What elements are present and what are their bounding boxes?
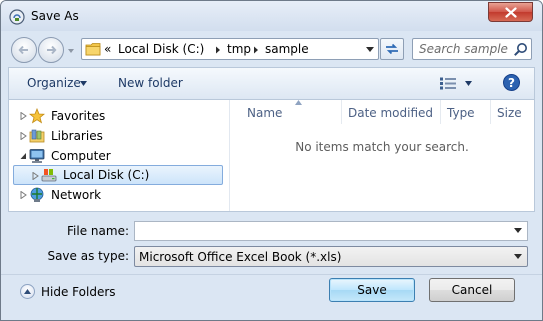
tree-item-computer[interactable]: Computer	[14, 146, 224, 166]
tree-label: Local Disk (C:)	[63, 168, 150, 182]
column-header-type[interactable]: Type	[447, 106, 475, 120]
back-arrow-icon	[18, 45, 28, 55]
star-icon	[29, 108, 45, 124]
expand-arrow-icon[interactable]	[20, 112, 27, 120]
folder-icon	[85, 43, 101, 56]
column-divider[interactable]	[490, 100, 491, 124]
breadcrumb-arrow-icon[interactable]	[215, 46, 221, 54]
tree-item-favorites[interactable]: Favorites	[14, 106, 224, 126]
breadcrumb-sample[interactable]: sample	[265, 42, 309, 56]
breadcrumb-arrow-icon[interactable]	[253, 46, 259, 54]
drive-icon	[41, 169, 57, 182]
library-icon	[29, 129, 45, 143]
organize-button[interactable]: Organize	[27, 76, 81, 90]
collapse-arrow-icon[interactable]	[20, 152, 27, 160]
change-view-icon[interactable]	[440, 77, 456, 90]
hide-folders-button[interactable]: Hide Folders	[41, 285, 116, 299]
column-divider[interactable]	[440, 100, 441, 124]
back-button[interactable]	[11, 37, 37, 63]
view-options-chevron-icon[interactable]	[465, 81, 472, 86]
expand-arrow-icon[interactable]	[20, 132, 27, 140]
column-header-size[interactable]: Size	[497, 106, 522, 120]
close-icon	[504, 6, 517, 18]
tree-label: Favorites	[51, 109, 106, 123]
breadcrumb-tmp[interactable]: tmp	[227, 42, 251, 56]
tree-label: Computer	[51, 149, 111, 163]
pane-splitter[interactable]	[229, 100, 230, 211]
address-overflow-chevron[interactable]: «	[104, 42, 111, 56]
column-divider[interactable]	[341, 100, 342, 124]
network-icon	[30, 187, 44, 202]
save-as-type-label: Save as type:	[47, 249, 129, 263]
app-icon	[9, 9, 25, 25]
recent-pages-dropdown-icon[interactable]	[67, 47, 75, 55]
search-icon[interactable]	[513, 42, 528, 57]
refresh-icon	[386, 43, 398, 55]
new-folder-button[interactable]: New folder	[118, 76, 183, 90]
title-bar[interactable]: Save As	[1, 1, 542, 31]
address-dropdown-button[interactable]	[360, 39, 379, 59]
command-bar: Organize New folder ?	[8, 67, 535, 99]
forward-button[interactable]	[38, 37, 64, 63]
search-box[interactable]: Search sample	[412, 38, 532, 60]
divider	[1, 274, 542, 275]
sort-ascending-icon	[295, 100, 302, 105]
tree-item-network[interactable]: Network	[14, 185, 224, 205]
navigation-pane[interactable]: Favorites Libraries Computer Local Disk …	[9, 100, 229, 211]
file-name-label: File name:	[67, 224, 129, 238]
search-input[interactable]: Search sample	[419, 42, 508, 56]
save-as-type-select[interactable]: Microsoft Office Excel Book (*.xls)	[134, 246, 528, 267]
file-name-field[interactable]	[134, 221, 528, 241]
column-header-date-modified[interactable]: Date modified	[348, 106, 433, 120]
address-bar[interactable]: « Local Disk (C:) tmp sample	[81, 38, 379, 60]
computer-icon	[29, 149, 45, 163]
chevron-down-icon[interactable]	[514, 254, 522, 259]
save-as-type-value: Microsoft Office Excel Book (*.xls)	[139, 250, 342, 264]
expand-arrow-icon[interactable]	[20, 191, 27, 199]
svg-text:?: ?	[508, 76, 515, 90]
content-area: Favorites Libraries Computer Local Disk …	[8, 99, 535, 212]
tree-item-libraries[interactable]: Libraries	[14, 126, 224, 146]
forward-arrow-icon	[47, 45, 57, 55]
save-as-dialog: Save As « Local Disk (C:) tmp sample Sea…	[0, 0, 543, 321]
hide-folders-toggle[interactable]	[20, 284, 35, 299]
save-button[interactable]: Save	[329, 278, 415, 302]
breadcrumb-local-disk[interactable]: Local Disk (C:)	[118, 42, 204, 56]
tree-label: Libraries	[51, 129, 103, 143]
refresh-button[interactable]	[380, 38, 404, 60]
expand-arrow-icon[interactable]	[32, 172, 39, 180]
chevron-down-icon	[365, 46, 374, 52]
chevron-down-icon[interactable]	[514, 228, 522, 233]
column-header-name[interactable]: Name	[247, 106, 282, 120]
tree-item-local-disk[interactable]: Local Disk (C:)	[13, 165, 223, 185]
tree-label: Network	[51, 188, 102, 202]
chevron-down-icon[interactable]	[80, 81, 87, 86]
help-icon[interactable]: ?	[503, 74, 520, 91]
close-button[interactable]	[488, 2, 533, 22]
chevron-up-icon	[24, 289, 31, 294]
cancel-button[interactable]: Cancel	[429, 278, 515, 302]
window-title: Save As	[31, 9, 79, 23]
empty-list-message: No items match your search.	[295, 140, 469, 154]
